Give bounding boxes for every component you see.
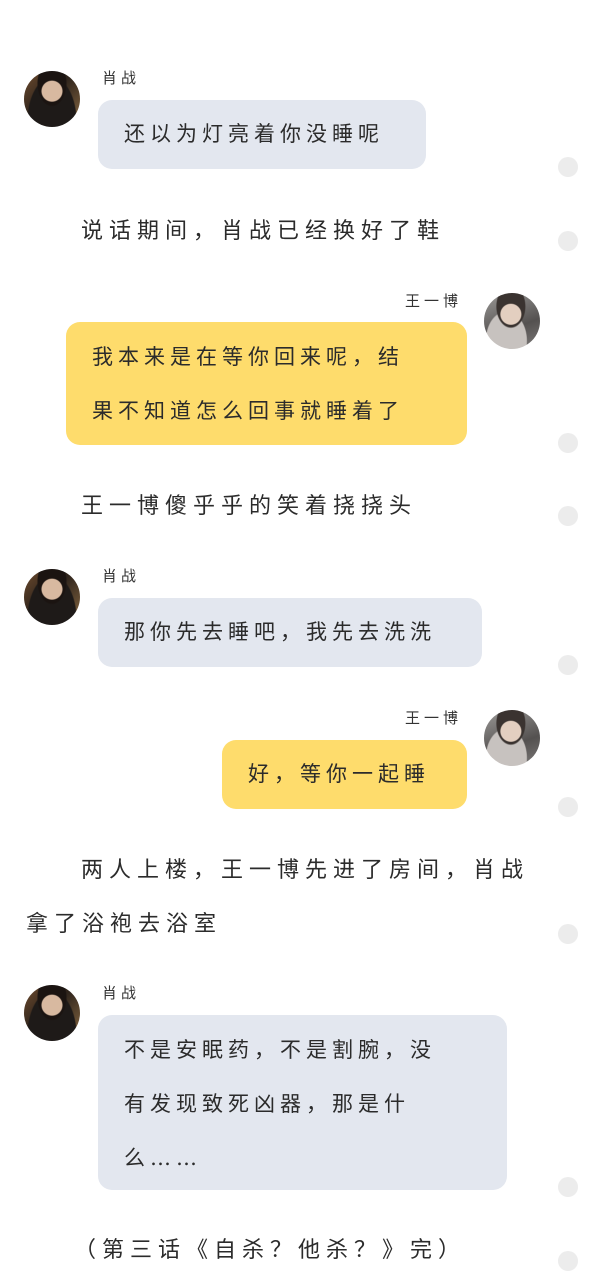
chat-bubble: 还以为灯亮着你没睡呢 <box>98 100 426 169</box>
sender-name: 王一博 <box>405 292 463 310</box>
scroll-dot <box>558 655 578 675</box>
message-text: 还以为灯亮着你没睡呢 <box>124 122 384 146</box>
chat-bubble: 那你先去睡吧，我先去洗洗 <box>98 598 482 667</box>
message-text: 果不知道怎么回事就睡着了 <box>92 399 404 423</box>
narration-text: 拿了浴袍去浴室 <box>26 912 223 937</box>
message-text: 有发现致死凶器，那是什 <box>124 1092 410 1116</box>
message-text: 好，等你一起睡 <box>248 762 430 786</box>
chapter-end-text: （第三话《自杀？他杀？》完） <box>74 1238 467 1263</box>
scroll-dot <box>558 506 578 526</box>
avatar-wang-yibo[interactable] <box>484 293 540 349</box>
avatar-xiao-zhan[interactable] <box>24 985 80 1041</box>
narration-text: 说话期间，肖战已经换好了鞋 <box>81 219 446 244</box>
chat-bubble: 好，等你一起睡 <box>222 740 467 809</box>
message-text: 么…… <box>124 1146 202 1170</box>
chat-bubble: 我本来是在等你回来呢，结 果不知道怎么回事就睡着了 <box>66 322 467 445</box>
avatar-xiao-zhan[interactable] <box>24 569 80 625</box>
sender-name: 肖战 <box>102 984 141 1002</box>
scroll-dot <box>558 433 578 453</box>
scroll-dot <box>558 924 578 944</box>
avatar-wang-yibo[interactable] <box>484 710 540 766</box>
chat-bubble: 不是安眠药，不是割腕，没 有发现致死凶器，那是什 么…… <box>98 1015 507 1190</box>
message-text: 我本来是在等你回来呢，结 <box>92 345 404 369</box>
sender-name: 肖战 <box>102 69 141 87</box>
scroll-dot <box>558 1177 578 1197</box>
sender-name: 肖战 <box>102 567 141 585</box>
message-text: 那你先去睡吧，我先去洗洗 <box>124 620 436 644</box>
narration-text: 王一博傻乎乎的笑着挠挠头 <box>81 494 418 519</box>
scroll-dot <box>558 231 578 251</box>
avatar-xiao-zhan[interactable] <box>24 71 80 127</box>
narration-text: 两人上楼，王一博先进了房间，肖战 <box>81 858 530 883</box>
scroll-dot <box>558 797 578 817</box>
message-text: 不是安眠药，不是割腕，没 <box>124 1038 436 1062</box>
scroll-dot <box>558 1251 578 1271</box>
sender-name: 王一博 <box>405 709 463 727</box>
scroll-dot <box>558 157 578 177</box>
